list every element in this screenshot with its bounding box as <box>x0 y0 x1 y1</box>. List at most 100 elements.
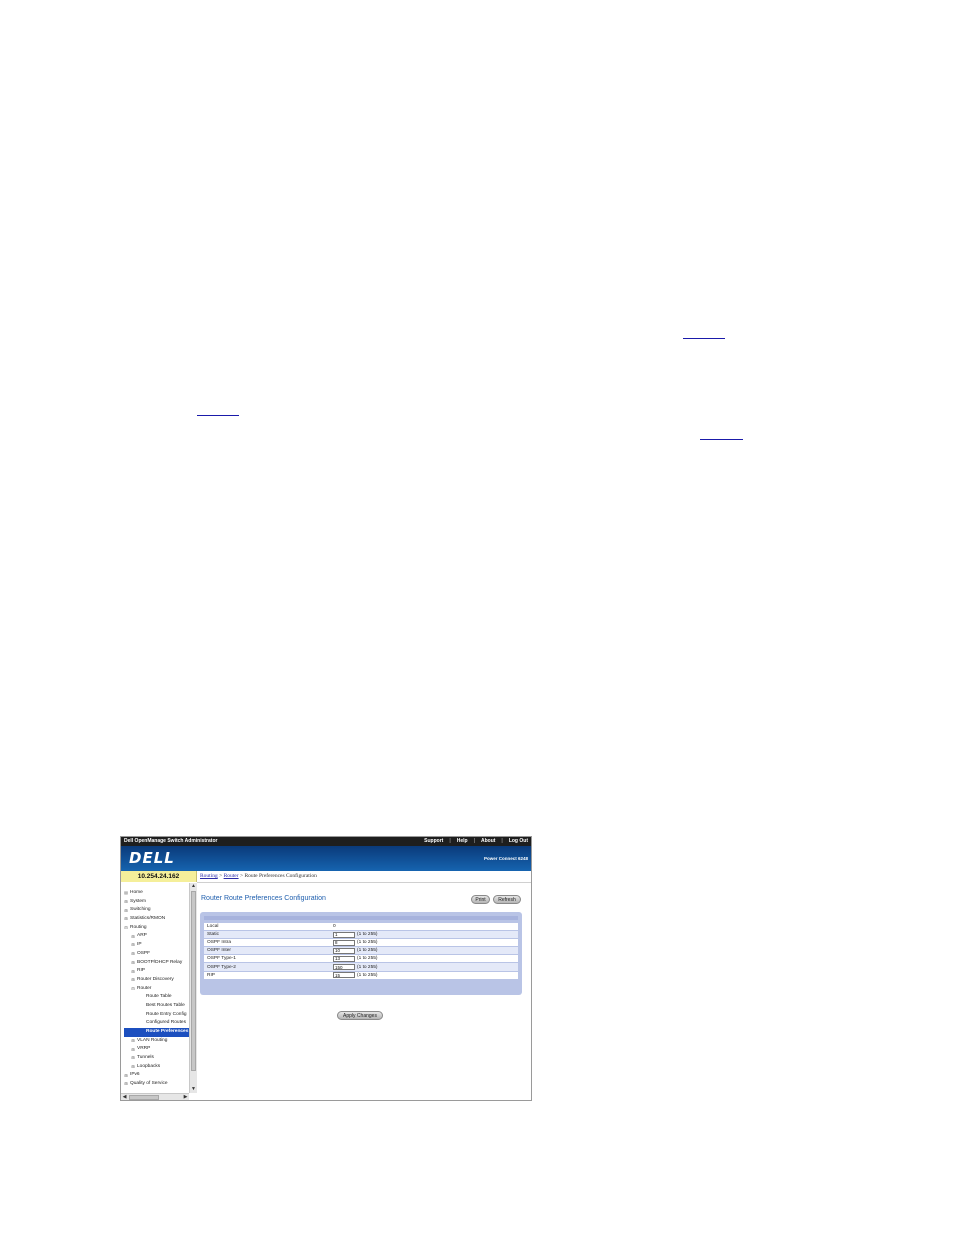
document-link[interactable] <box>700 437 743 440</box>
sidebar-item-label: Routing <box>130 924 147 930</box>
plus-box-icon[interactable]: ⊞ <box>131 943 135 947</box>
plus-box-icon[interactable]: ⊞ <box>131 1039 135 1043</box>
preference-input[interactable] <box>333 947 355 954</box>
sidebar-item-route-preferences[interactable]: Route Preferences <box>124 1028 189 1037</box>
scroll-up-icon[interactable]: ▲ <box>190 883 197 890</box>
range-hint: (1 to 255) <box>357 972 378 978</box>
sidebar-item-routing[interactable]: ⊟ Routing <box>124 924 189 933</box>
minus-box-icon[interactable]: ⊟ <box>131 986 135 991</box>
home-icon[interactable]: ▤ <box>124 891 128 895</box>
document-link[interactable] <box>683 336 725 339</box>
preference-input[interactable] <box>333 955 355 962</box>
row-label: OSPF Type-1 <box>207 956 236 962</box>
sidebar-item-label: Home <box>130 890 143 895</box>
sidebar-item-label: Router Discovery <box>137 976 174 982</box>
preference-input[interactable] <box>333 964 355 971</box>
sidebar-item-label: BOOTP/DHCP Relay <box>137 959 183 965</box>
sidebar-item-best-routes-table[interactable]: Best Routes Table <box>124 1002 189 1011</box>
plus-box-icon[interactable]: ⊞ <box>124 1082 128 1086</box>
breadcrumb-current: Route Preferences Configuration <box>244 873 317 879</box>
sidebar-item-label: ARP <box>137 933 147 939</box>
plus-box-icon[interactable]: ⊞ <box>131 1056 135 1060</box>
scroll-left-icon[interactable]: ◀ <box>121 1094 128 1100</box>
row-label: OSPF Type-2 <box>207 964 236 970</box>
sidebar-item-system[interactable]: ⊞ System <box>124 898 189 907</box>
sidebar-item-home[interactable]: ▤ Home <box>124 889 189 898</box>
nav-tree: ▤ Home ⊞ System ⊞ Switching ⊞ Statistics/RMON ⊟ R… <box>121 883 190 1093</box>
sidebar-item-quality-of-service[interactable]: ⊞ Quality of Service <box>124 1080 189 1089</box>
separator: | <box>473 838 475 844</box>
plus-box-icon[interactable]: ⊞ <box>131 969 135 974</box>
sidebar-item-rip[interactable]: ⊞ RIP <box>124 967 189 976</box>
refresh-button[interactable]: Refresh <box>493 895 521 904</box>
support-link[interactable]: Support <box>424 837 443 846</box>
sidebar-item-arp[interactable]: ⊞ ARP <box>124 932 189 941</box>
range-hint: (1 to 255) <box>357 948 378 954</box>
row-label: Static <box>207 932 219 938</box>
sidebar-item-statistics-rmon[interactable]: ⊞ Statistics/RMON <box>124 915 189 924</box>
nav-tree-list: ▤ Home ⊞ System ⊞ Switching ⊞ Statistics/RMON ⊟ R… <box>124 889 189 1089</box>
table-row: Static (1 to 255) <box>204 931 518 940</box>
print-button[interactable]: Print <box>471 895 490 904</box>
preference-input[interactable] <box>333 931 355 938</box>
top-links: Support | Help | About | Log Out <box>424 837 528 846</box>
plus-box-icon[interactable]: ⊞ <box>131 934 135 939</box>
help-link[interactable]: Help <box>457 837 468 846</box>
sidebar-item-loopbacks[interactable]: ⊞ Loopbacks <box>124 1063 189 1072</box>
sidebar-item-configured-routes[interactable]: Configured Routes <box>124 1019 189 1028</box>
sidebar-item-bootp-dhcp-relay[interactable]: ⊞ BOOTP/DHCP Relay <box>124 959 189 968</box>
scroll-down-icon[interactable]: ▼ <box>190 1086 197 1093</box>
plus-box-icon[interactable]: ⊞ <box>131 960 135 965</box>
breadcrumb-separator: > <box>219 873 223 879</box>
scroll-thumb[interactable] <box>129 1095 159 1100</box>
sidebar-item-ip[interactable]: ⊞ IP <box>124 941 189 950</box>
sidebar-item-ospf[interactable]: ⊞ OSPF <box>124 950 189 959</box>
sidebar-item-tunnels[interactable]: ⊞ Tunnels <box>124 1054 189 1063</box>
horizontal-scrollbar[interactable]: ◀ ▶ <box>121 1093 189 1100</box>
sidebar-item-ipv6[interactable]: ⊞ IPv6 <box>124 1071 189 1080</box>
scroll-thumb[interactable] <box>191 891 196 1071</box>
breadcrumb-separator: > <box>239 873 244 879</box>
plus-box-icon[interactable]: ⊞ <box>124 900 128 904</box>
ip-address: 10.254.24.162 <box>121 871 197 882</box>
row-label: OSPF Inter <box>207 948 231 954</box>
page-title: Router Route Preferences Configuration <box>201 895 326 902</box>
document-link[interactable] <box>197 413 239 416</box>
sidebar-item-router-discovery[interactable]: ⊞ Router Discovery <box>124 976 189 985</box>
table-row: OSPF Type-1 (1 to 255) <box>204 955 518 964</box>
plus-box-icon[interactable]: ⊞ <box>124 1073 128 1078</box>
sidebar-item-label: OSPF <box>137 950 151 956</box>
plus-box-icon[interactable]: ⊞ <box>124 917 128 921</box>
sidebar-item-label: Statistics/RMON <box>130 916 166 922</box>
preference-input[interactable] <box>333 972 355 979</box>
minus-box-icon[interactable]: ⊟ <box>124 926 128 930</box>
table-row: OSPF Type-2 (1 to 255) <box>204 963 518 972</box>
scroll-right-icon[interactable]: ▶ <box>182 1094 189 1100</box>
breadcrumb-routing[interactable]: Routing <box>200 873 218 879</box>
plus-box-icon[interactable]: ⊞ <box>131 952 135 956</box>
plus-box-icon[interactable]: ⊞ <box>131 1065 135 1069</box>
sidebar-item-switching[interactable]: ⊞ Switching <box>124 906 189 915</box>
row-label: RIP <box>207 972 215 978</box>
sidebar-item-label: VRRP <box>137 1046 151 1052</box>
sidebar-item-label: Best Routes Table <box>146 1002 185 1008</box>
sidebar-item-label: IP <box>137 942 142 948</box>
apply-changes-button[interactable]: Apply Changes <box>337 1011 383 1020</box>
vertical-scrollbar[interactable]: ▲ ▼ <box>189 883 197 1093</box>
brand-bar: DELL Power Connect 6248 <box>121 846 531 871</box>
plus-box-icon[interactable]: ⊞ <box>131 978 135 982</box>
preference-input[interactable] <box>333 939 355 946</box>
range-hint: (1 to 255) <box>357 964 378 970</box>
sidebar-item-vlan-routing[interactable]: ⊞ VLAN Routing <box>124 1037 189 1046</box>
logout-link[interactable]: Log Out <box>509 837 528 846</box>
sidebar-item-route-entry-config[interactable]: Route Entry Config <box>124 1011 189 1020</box>
about-link[interactable]: About <box>481 837 495 846</box>
sidebar-item-label: VLAN Routing <box>137 1037 168 1043</box>
sidebar-item-vrrp[interactable]: ⊞ VRRP <box>124 1045 189 1054</box>
preferences-panel: Local 0 Static (1 to 255) OSPF Intra (1 to 25… <box>200 912 522 995</box>
breadcrumb-router[interactable]: Router <box>224 873 239 879</box>
sidebar-item-route-table[interactable]: Route Table <box>124 993 189 1002</box>
plus-box-icon[interactable]: ⊞ <box>131 1047 135 1052</box>
plus-box-icon[interactable]: ⊞ <box>124 908 128 913</box>
sidebar-item-router[interactable]: ⊟ Router <box>124 985 189 994</box>
